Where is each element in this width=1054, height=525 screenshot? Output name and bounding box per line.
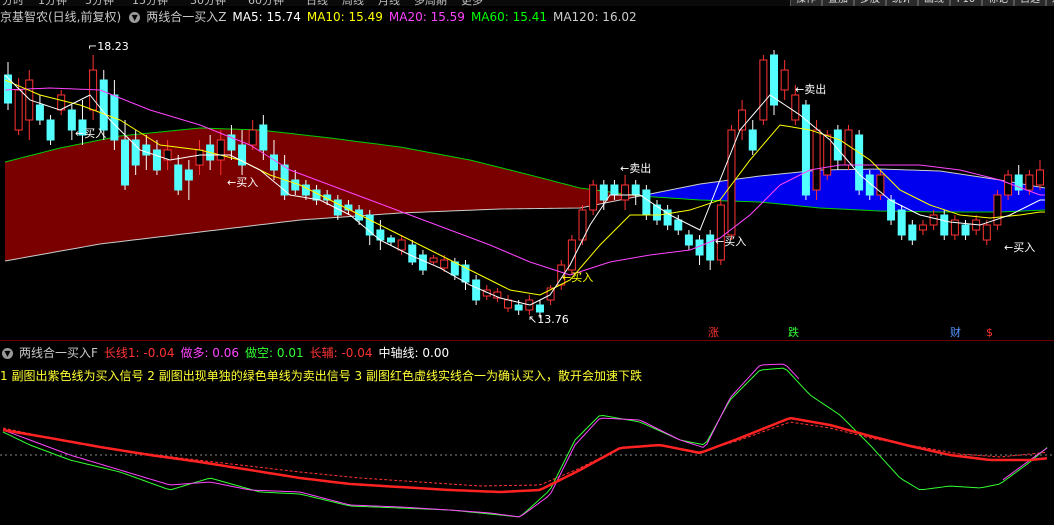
sub-value: 长辅: -0.04 — [309, 346, 373, 360]
sub-value: 做空: 0.01 — [245, 346, 304, 360]
indicator-description: 1 副图出紫色线为买入信号 2 副图出现单独的绿色单线为卖出信号 3 副图红色虚… — [0, 369, 642, 383]
sub-indicator-name[interactable]: 两线合一买入F — [19, 346, 98, 360]
sub-indicator-chart[interactable] — [0, 0, 1054, 525]
sub-chart-header: ▼ 两线合一买入F 长线1: -0.04 做多: 0.06 做空: 0.01 长辅: -0… — [0, 344, 1054, 360]
sub-value: 中轴线: 0.00 — [378, 346, 450, 360]
long-buy-line — [2, 363, 800, 518]
sub-value: 做多: 0.06 — [180, 346, 240, 360]
long-aux-line — [2, 421, 1048, 487]
sub-indicator-values: 长线1: -0.04 做多: 0.06 做空: 0.01 长辅: -0.04 中轴线: … — [104, 346, 455, 360]
sub-value: 长线1: -0.04 — [103, 346, 175, 360]
short-line — [2, 367, 1048, 518]
long-buy-line-end — [1002, 447, 1048, 481]
sub-indicator-menu-icon[interactable]: ▼ — [2, 348, 13, 359]
